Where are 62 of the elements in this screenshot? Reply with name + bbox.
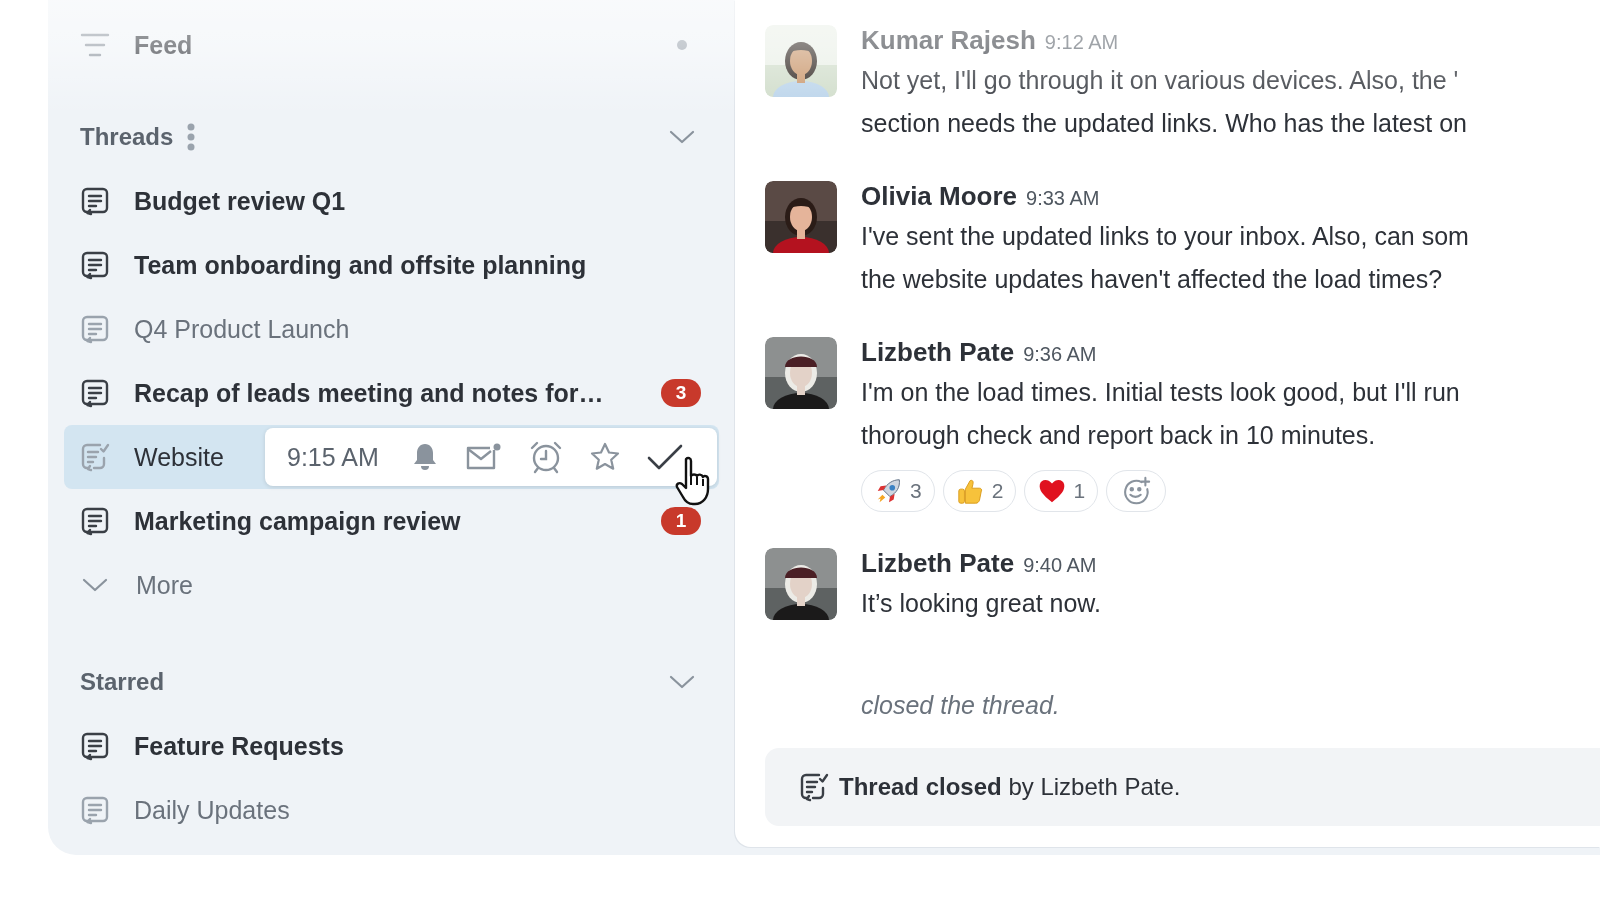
thread-title: Team onboarding and offsite planning bbox=[134, 250, 587, 280]
thread-item[interactable]: Recap of leads meeting and notes for… 3 bbox=[64, 361, 719, 425]
more-options-icon[interactable] bbox=[187, 123, 196, 151]
section-title: Starred bbox=[80, 668, 165, 696]
smiley-plus-icon bbox=[1121, 476, 1152, 506]
message-text: Not yet, I'll go through it on various devices. Also, the ' bbox=[861, 65, 1460, 96]
thread-item[interactable]: Feature Requests bbox=[64, 714, 719, 778]
message-text: I've sent the updated links to your inbox. Also, can som bbox=[861, 221, 1469, 252]
thread-title: Recap of leads meeting and notes for… bbox=[134, 378, 604, 408]
thread-icon bbox=[80, 314, 110, 344]
thread-icon bbox=[80, 186, 110, 216]
thread-icon bbox=[80, 506, 110, 536]
message-time: 9:36 AM bbox=[1023, 343, 1097, 366]
check-icon[interactable] bbox=[646, 443, 683, 471]
author-name: Kumar Rajesh bbox=[861, 25, 1036, 56]
mail-icon[interactable] bbox=[464, 442, 503, 472]
reaction-pill[interactable]: 3 bbox=[861, 470, 935, 512]
reaction-pill[interactable]: 1 bbox=[1024, 470, 1099, 512]
thread-title: Daily Updates bbox=[134, 795, 290, 825]
reaction-pill[interactable]: 2 bbox=[942, 470, 1017, 512]
section-title: Threads bbox=[80, 123, 174, 151]
thread-item[interactable]: Q4 Product Launch bbox=[64, 297, 719, 361]
thread-title: Q4 Product Launch bbox=[134, 314, 350, 344]
thread-icon bbox=[80, 250, 110, 280]
thread-item[interactable]: Daily Updates bbox=[64, 778, 719, 842]
author-name: Olivia Moore bbox=[861, 181, 1018, 212]
thread-item[interactable]: Budget review Q1 bbox=[64, 169, 719, 233]
feed-icon bbox=[80, 32, 110, 58]
thread-title: Website bbox=[134, 442, 224, 472]
add-reaction-button[interactable] bbox=[1106, 470, 1167, 512]
message-text: the website updates haven't affected the load times? bbox=[861, 264, 1444, 295]
closed-thread-icon bbox=[80, 442, 110, 472]
feed-label[interactable]: Feed bbox=[134, 30, 653, 60]
thread-title: Feature Requests bbox=[134, 731, 344, 761]
author-name: Lizbeth Pate bbox=[861, 337, 1015, 368]
thread-title: Budget review Q1 bbox=[134, 186, 346, 216]
more-link[interactable]: More bbox=[136, 570, 193, 600]
thread-icon bbox=[80, 731, 110, 761]
unread-count: 1 bbox=[661, 507, 701, 535]
message-time: 9:12 AM bbox=[1044, 31, 1119, 54]
alarm-clock-icon[interactable] bbox=[528, 440, 563, 474]
author-name: Lizbeth Pate bbox=[861, 548, 1015, 579]
thread-icon bbox=[80, 378, 110, 408]
thread-icon bbox=[80, 795, 110, 825]
chevron-icon[interactable] bbox=[669, 674, 695, 690]
closed-thread-icon bbox=[799, 772, 829, 802]
chevron-icon[interactable] bbox=[669, 129, 695, 145]
banner-text: Thread closed by Lizbeth Pate. bbox=[839, 773, 1181, 801]
thread-time: 9:15 AM bbox=[287, 442, 379, 472]
star-icon[interactable] bbox=[588, 441, 621, 473]
unread-count: 3 bbox=[661, 379, 701, 407]
system-note: closed the thread. bbox=[861, 691, 1061, 720]
message-text: I'm on the load times. Initial tests look good, but I'll run bbox=[861, 377, 1460, 408]
message-time: 9:33 AM bbox=[1026, 187, 1100, 210]
message-time: 9:40 AM bbox=[1023, 554, 1097, 577]
message-text: thorough check and report back in 10 minutes. bbox=[861, 420, 1377, 451]
thread-item[interactable]: Team onboarding and offsite planning bbox=[64, 233, 719, 297]
message-text: It’s looking great now. bbox=[861, 588, 1101, 619]
thread-item[interactable]: Marketing campaign review 1 bbox=[64, 489, 719, 553]
message-text: section needs the updated links. Who has the latest on bbox=[861, 108, 1467, 139]
thread-title: Marketing campaign review bbox=[134, 506, 461, 536]
chevron-icon[interactable] bbox=[82, 577, 108, 593]
